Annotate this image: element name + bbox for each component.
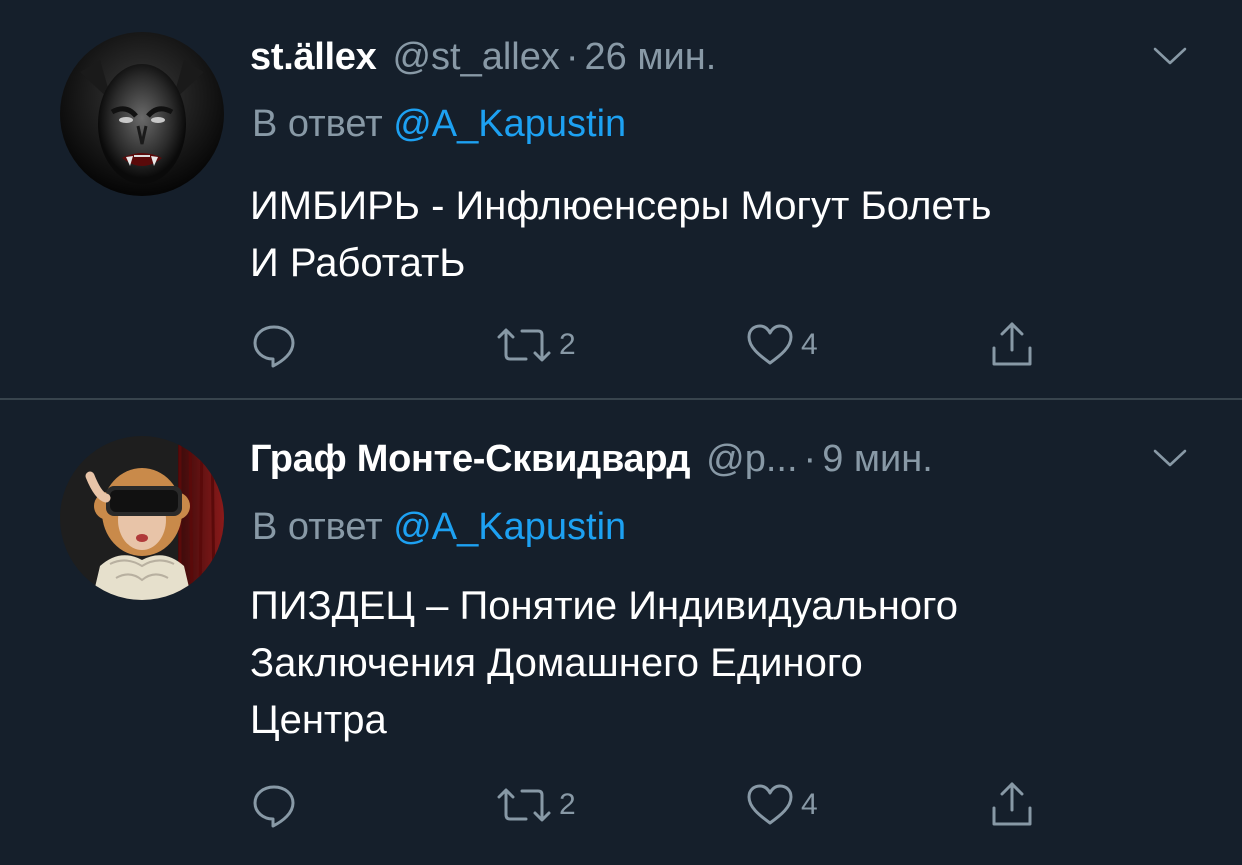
tweet-text-line: ПИЗДЕЦ – Понятие Индивидуального xyxy=(250,584,958,628)
avatar[interactable] xyxy=(60,436,224,600)
share-button[interactable] xyxy=(988,780,1036,830)
chevron-down-icon[interactable] xyxy=(1152,446,1188,470)
like-count: 4 xyxy=(801,788,818,821)
reply-prefix: В ответ xyxy=(252,506,383,548)
reply-mention-link[interactable]: @A_Kapustin xyxy=(393,506,626,548)
reply-button[interactable] xyxy=(250,320,298,370)
retweet-button[interactable]: 2 xyxy=(495,780,576,830)
tweet-header: st.ällex @st_allex · 26 мин. xyxy=(250,32,716,82)
tweet-text-line: Заключения Домашнего Единого xyxy=(250,641,863,685)
tweet-actions: 2 4 xyxy=(250,320,1050,370)
heart-icon xyxy=(747,324,793,365)
timestamp[interactable]: 26 мин. xyxy=(585,32,717,82)
retweet-button[interactable]: 2 xyxy=(495,320,576,370)
reply-context: В ответ @A_Kapustin xyxy=(252,502,626,552)
tweet[interactable]: Граф Монте-Сквидвард @р... · 9 мин. В от… xyxy=(0,400,1242,865)
tweet-text: ПИЗДЕЦ – Понятие Индивидуального Заключе… xyxy=(250,578,1200,749)
retweet-count: 2 xyxy=(559,788,576,821)
handle[interactable]: @st_allex xyxy=(392,32,559,82)
tweet-text-line: И РаботатЬ xyxy=(250,241,466,285)
timestamp[interactable]: 9 мин. xyxy=(822,434,933,484)
like-count: 4 xyxy=(801,328,818,361)
handle[interactable]: @р... xyxy=(706,434,797,484)
reply-icon xyxy=(253,325,295,368)
share-icon xyxy=(992,782,1032,826)
retweet-icon xyxy=(497,328,551,362)
tweet-actions: 2 4 xyxy=(250,780,1050,830)
reply-mention-link[interactable]: @A_Kapustin xyxy=(393,103,626,145)
tweet-header: Граф Монте-Сквидвард @р... · 9 мин. xyxy=(250,434,933,484)
tweet[interactable]: st.ällex @st_allex · 26 мин. В ответ @A_… xyxy=(0,0,1242,398)
retweet-count: 2 xyxy=(559,328,576,361)
tweet-text-line: Центра xyxy=(250,698,387,742)
chevron-down-icon[interactable] xyxy=(1152,44,1188,68)
reply-icon xyxy=(253,785,295,828)
share-button[interactable] xyxy=(988,320,1036,370)
heart-icon xyxy=(747,784,793,825)
reply-prefix: В ответ xyxy=(252,103,383,145)
display-name[interactable]: Граф Монте-Сквидвард xyxy=(250,434,690,484)
reply-context: В ответ @A_Kapustin xyxy=(252,99,626,149)
like-button[interactable]: 4 xyxy=(745,780,818,830)
avatar[interactable] xyxy=(60,32,224,196)
share-icon xyxy=(992,322,1032,366)
separator: · xyxy=(565,36,579,78)
like-button[interactable]: 4 xyxy=(745,320,818,370)
separator: · xyxy=(803,438,817,480)
retweet-icon xyxy=(497,788,551,822)
reply-button[interactable] xyxy=(250,780,298,830)
display-name[interactable]: st.ällex xyxy=(250,32,377,82)
tweet-text: ИМБИРЬ - Инфлюенсеры Могут Болеть И Рабо… xyxy=(250,178,1200,292)
tweet-text-line: ИМБИРЬ - Инфлюенсеры Могут Болеть xyxy=(250,184,992,228)
